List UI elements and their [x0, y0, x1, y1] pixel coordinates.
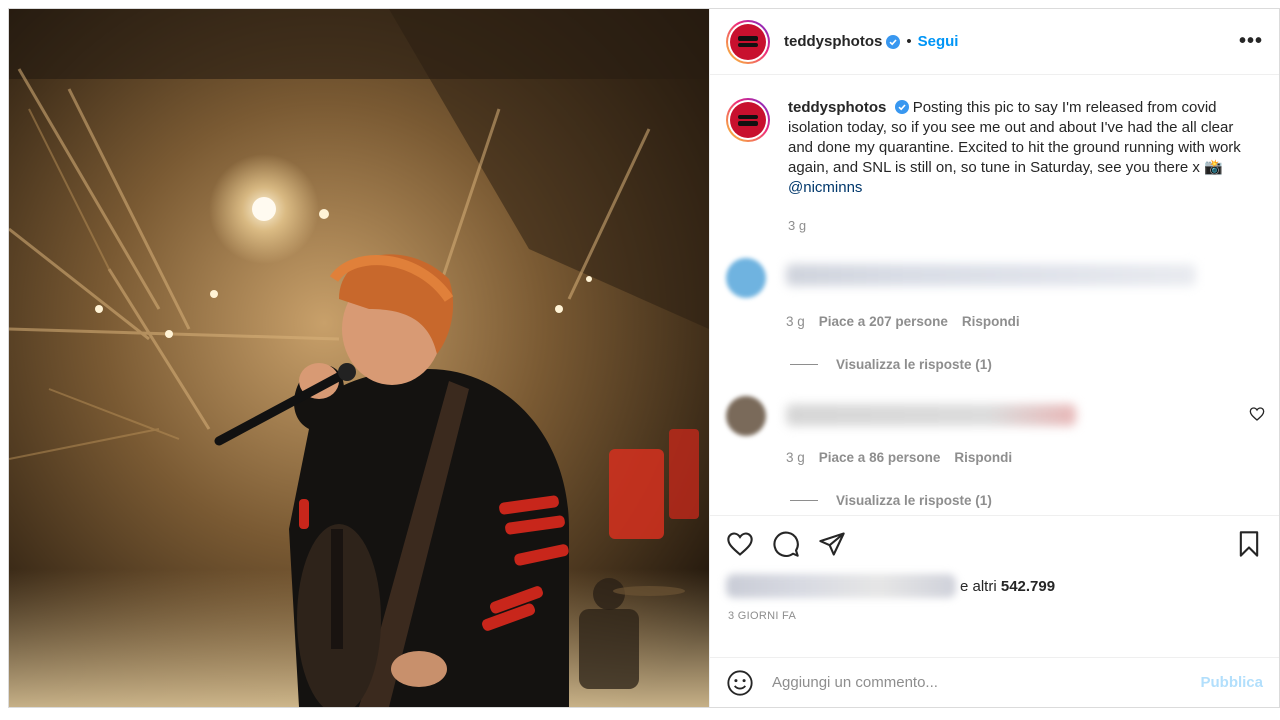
likes-summary[interactable]: e altri 542.799 — [710, 558, 1279, 598]
separator-dot: • — [906, 33, 912, 50]
caption-timestamp[interactable]: 3 g — [788, 216, 1258, 236]
comment-time[interactable]: 3 g — [786, 314, 805, 329]
like-comment-heart-icon[interactable] — [1249, 406, 1265, 422]
concert-photo-illustration — [9, 9, 709, 707]
follow-button[interactable]: Segui — [918, 33, 959, 50]
author-avatar[interactable] — [726, 19, 770, 64]
view-replies-label: Visualizza le risposte (1) — [836, 357, 992, 372]
comment-item — [710, 396, 1279, 436]
comment-input[interactable]: Aggiungi un commento... — [772, 674, 938, 691]
post-modal: teddysphotos • Segui ••• teddysphotos Po… — [8, 8, 1280, 708]
post-actions: e altri 542.799 3 GIORNI FA — [710, 515, 1279, 655]
bookmark-icon[interactable] — [1235, 530, 1263, 558]
author-username[interactable]: teddysphotos — [784, 33, 882, 50]
add-comment-bar: Aggiungi un commento... Pubblica — [710, 657, 1279, 707]
replies-divider — [790, 364, 818, 365]
verified-badge-icon — [894, 100, 909, 114]
reply-button[interactable]: Rispondi — [962, 314, 1020, 329]
comment-icon[interactable] — [772, 530, 800, 558]
caption-avatar[interactable] — [726, 98, 770, 142]
caption-mention[interactable]: @nicminns — [788, 179, 862, 196]
commenter-avatar[interactable] — [726, 396, 766, 436]
share-icon[interactable] — [818, 530, 846, 558]
more-options-icon[interactable]: ••• — [1239, 30, 1263, 53]
comment-item — [710, 258, 1279, 298]
post-time-ago[interactable]: 3 GIORNI FA — [710, 598, 1279, 622]
view-replies[interactable]: Visualizza le risposte (1) — [790, 357, 1279, 372]
replies-divider — [790, 500, 818, 501]
blurred-comment-text — [786, 404, 1076, 426]
commenter-avatar[interactable] — [726, 258, 766, 298]
likes-count[interactable]: 542.799 — [1001, 578, 1055, 595]
view-replies-label: Visualizza le risposte (1) — [836, 493, 992, 508]
caption-username[interactable]: teddysphotos — [788, 99, 886, 116]
heart-icon[interactable] — [726, 530, 754, 558]
comment-likes[interactable]: Piace a 86 persone — [819, 450, 941, 465]
comments-section[interactable]: teddysphotos Posting this pic to say I'm… — [710, 76, 1279, 516]
comment-time[interactable]: 3 g — [786, 450, 805, 465]
blurred-comment-text — [786, 264, 1196, 286]
post-caption: teddysphotos Posting this pic to say I'm… — [710, 76, 1279, 236]
reply-button[interactable]: Rispondi — [954, 450, 1012, 465]
post-sidebar: teddysphotos • Segui ••• teddysphotos Po… — [709, 9, 1279, 707]
action-icons — [710, 516, 1279, 558]
comment-meta: 3 g Piace a 207 persone Rispondi — [786, 314, 1279, 329]
verified-badge-icon — [886, 34, 901, 49]
emoji-icon[interactable] — [726, 669, 754, 697]
likes-suffix: e altri — [960, 577, 997, 595]
blurred-likers — [726, 574, 956, 598]
comment-likes[interactable]: Piace a 207 persone — [819, 314, 948, 329]
comment-meta: 3 g Piace a 86 persone Rispondi — [786, 450, 1279, 465]
publish-button[interactable]: Pubblica — [1200, 674, 1263, 691]
post-header: teddysphotos • Segui ••• — [710, 9, 1279, 75]
view-replies[interactable]: Visualizza le risposte (1) — [790, 493, 1279, 508]
post-photo[interactable] — [9, 9, 709, 707]
